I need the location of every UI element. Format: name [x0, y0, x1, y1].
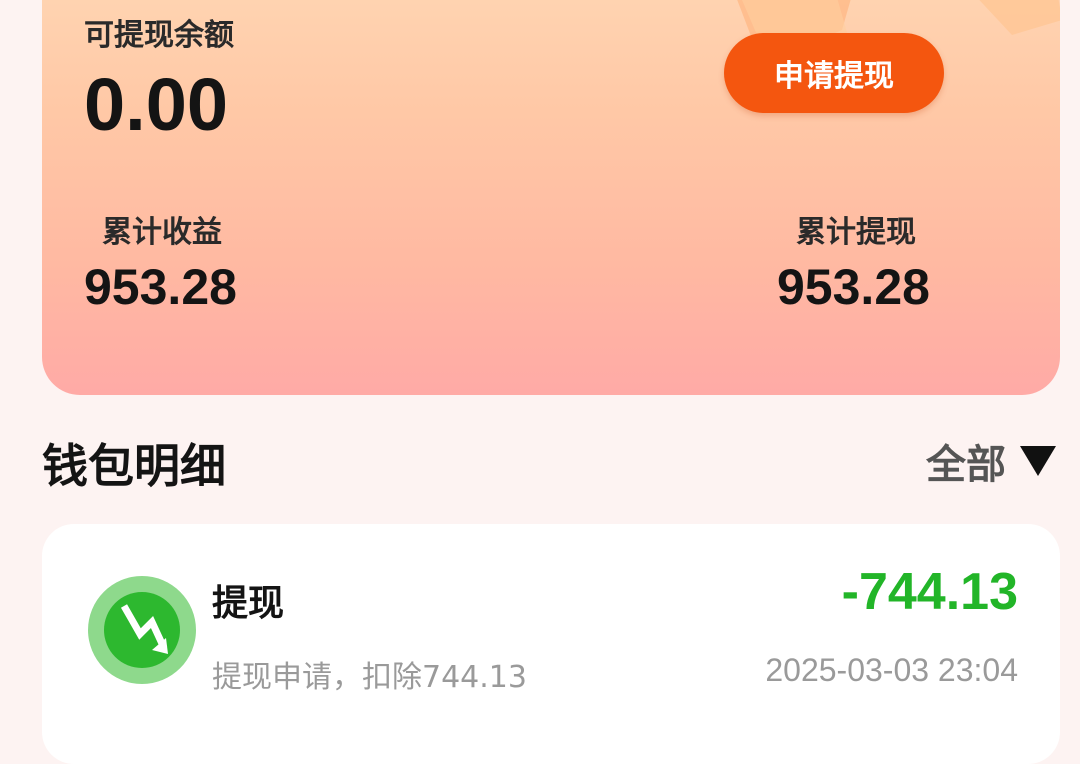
triangle-down-icon — [1020, 446, 1056, 476]
record-title: 提现 — [212, 583, 285, 624]
record-amount: -744.13 — [841, 563, 1018, 621]
list-item[interactable]: 提现 提现申请，扣除744.13 -744.13 2025-03-03 23:0… — [42, 524, 1060, 764]
available-balance-label: 可提现余额 — [84, 18, 234, 53]
withdraw-arrow-icon — [88, 576, 196, 684]
filter-dropdown[interactable]: 全部 — [926, 432, 1056, 490]
available-balance-amount: 0.00 — [84, 63, 229, 146]
withdraw-button[interactable]: 申请提现 — [724, 33, 944, 113]
total-income-value: 953.28 — [84, 259, 237, 315]
filter-label: 全部 — [926, 442, 1006, 488]
balance-card: 可提现余额 0.00 申请提现 累计收益 953.28 累计提现 953.28 — [42, 0, 1060, 395]
record-description: 提现申请，扣除744.13 — [212, 660, 527, 695]
total-withdrawn-value: 953.28 — [777, 259, 930, 315]
record-timestamp: 2025-03-03 23:04 — [765, 652, 1018, 688]
total-income-label: 累计收益 — [102, 215, 222, 250]
wallet-details-title: 钱包明细 — [42, 439, 226, 493]
total-withdrawn-label: 累计提现 — [796, 215, 916, 250]
